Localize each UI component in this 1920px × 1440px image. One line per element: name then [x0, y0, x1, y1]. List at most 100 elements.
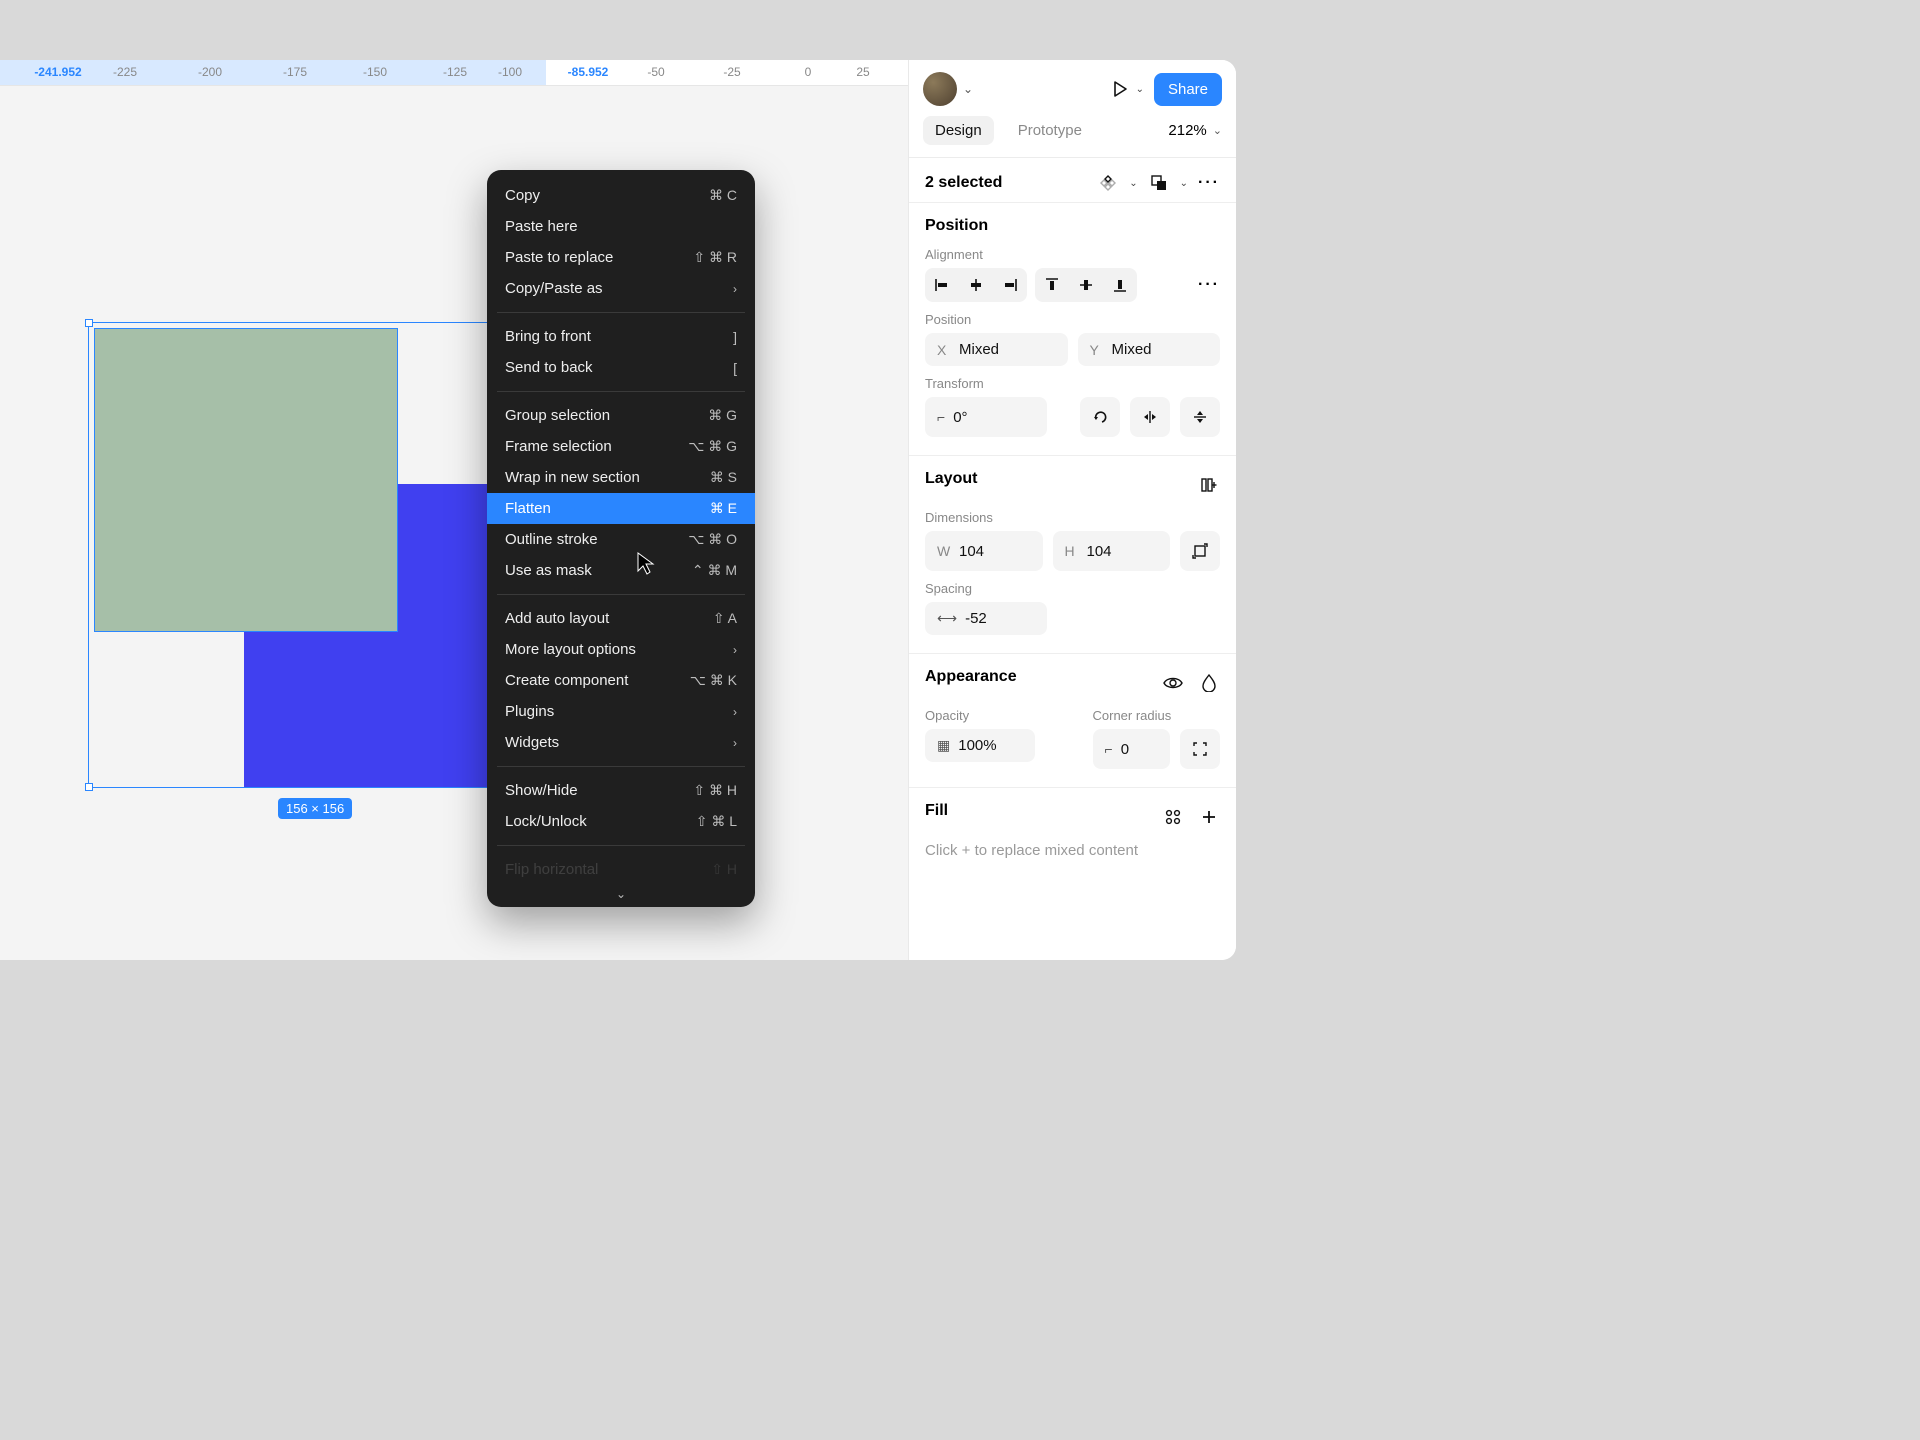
- rotation-field[interactable]: ⌐ 0°: [925, 397, 1047, 437]
- context-menu-item-label: Bring to front: [505, 328, 591, 345]
- canvas-area[interactable]: -241.952-225-200-175-150-125-100-85.952-…: [0, 60, 908, 960]
- context-menu-item[interactable]: Bring to front]: [487, 321, 755, 352]
- selection-count: 2 selected: [925, 174, 1087, 192]
- ruler-tick: 25: [856, 65, 869, 79]
- context-menu-item[interactable]: Paste here: [487, 211, 755, 242]
- tab-prototype[interactable]: Prototype: [1006, 116, 1094, 145]
- context-menu-shortcut: ⌘ E: [710, 500, 737, 517]
- more-actions-icon[interactable]: ···: [1198, 174, 1220, 192]
- blend-mode-icon[interactable]: [1198, 672, 1220, 694]
- context-menu-item[interactable]: Copy/Paste as›: [487, 273, 755, 304]
- align-vcenter-button[interactable]: [1069, 268, 1103, 302]
- align-h-group: [925, 268, 1027, 302]
- section-title-layout: Layout: [925, 470, 977, 488]
- context-menu-item-label: Plugins: [505, 703, 554, 720]
- chevron-right-icon: ›: [733, 643, 737, 657]
- context-menu[interactable]: Copy⌘ CPaste here Paste to replace ⇧ ⌘ R Co…: [487, 170, 755, 907]
- context-menu-item[interactable]: Flip horizontal⇧ H: [487, 854, 755, 885]
- present-chevron-icon[interactable]: ⌄: [1136, 84, 1144, 95]
- label-position: Position: [925, 312, 1220, 327]
- avatar-chevron-icon[interactable]: ⌄: [963, 82, 973, 96]
- styles-icon[interactable]: [1162, 806, 1184, 828]
- flip-vertical-button[interactable]: [1180, 397, 1220, 437]
- context-menu-item[interactable]: Plugins›: [487, 696, 755, 727]
- canvas[interactable]: 156 × 156: [0, 86, 908, 960]
- resize-handle-nw[interactable]: [85, 319, 93, 327]
- height-field[interactable]: H104: [1053, 531, 1171, 571]
- boolean-chevron-icon[interactable]: ⌄: [1180, 178, 1188, 189]
- context-menu-item[interactable]: Paste to replace ⇧ ⌘ R: [487, 242, 755, 273]
- context-menu-item-label: Copy/Paste as: [505, 280, 603, 297]
- visibility-icon[interactable]: [1162, 672, 1184, 694]
- context-menu-item[interactable]: Group selection⌘ G: [487, 400, 755, 431]
- share-button[interactable]: Share: [1154, 73, 1222, 106]
- independent-corners-button[interactable]: [1180, 729, 1220, 769]
- boolean-ops-icon[interactable]: [1148, 172, 1170, 194]
- position-y-field[interactable]: YMixed: [1078, 333, 1221, 366]
- ruler-tick: -225: [113, 65, 137, 79]
- selection-bounds[interactable]: [88, 322, 548, 788]
- context-menu-item[interactable]: Frame selection⌥ ⌘ G: [487, 431, 755, 462]
- rotate-90-button[interactable]: [1080, 397, 1120, 437]
- context-menu-separator: [497, 766, 745, 767]
- panel-topbar: ⌄ ⌄ Share: [909, 60, 1236, 116]
- context-menu-shortcut: ⇧ H: [711, 861, 737, 878]
- zoom-chevron-icon: ⌄: [1213, 124, 1222, 137]
- chevron-right-icon: ›: [733, 736, 737, 750]
- component-icon[interactable]: [1097, 172, 1119, 194]
- context-menu-item[interactable]: Lock/Unlock⇧ ⌘ L: [487, 806, 755, 837]
- position-x-field[interactable]: XMixed: [925, 333, 1068, 366]
- present-button[interactable]: ⌄: [1110, 79, 1144, 99]
- context-menu-scroll-down-icon[interactable]: ⌄: [487, 885, 755, 901]
- opacity-field[interactable]: ▦ 100%: [925, 729, 1035, 762]
- align-top-button[interactable]: [1035, 268, 1069, 302]
- context-menu-separator: [497, 391, 745, 392]
- spacing-field[interactable]: ⟷ -52: [925, 602, 1047, 635]
- context-menu-item[interactable]: Widgets›: [487, 727, 755, 758]
- context-menu-item[interactable]: Copy⌘ C: [487, 180, 755, 211]
- selection-size-badge: 156 × 156: [278, 798, 352, 819]
- align-more-icon[interactable]: ···: [1198, 276, 1220, 294]
- context-menu-item[interactable]: Add auto layout⇧ A: [487, 603, 755, 634]
- app-window: -241.952-225-200-175-150-125-100-85.952-…: [0, 60, 1236, 960]
- ruler-tick: -125: [443, 65, 467, 79]
- context-menu-item[interactable]: More layout options ›: [487, 634, 755, 665]
- section-appearance: Appearance Opacity ▦ 100%: [909, 654, 1236, 788]
- autolayout-add-icon[interactable]: [1198, 474, 1220, 496]
- context-menu-item[interactable]: Wrap in new section⌘ S: [487, 462, 755, 493]
- context-menu-item[interactable]: Create component⌥ ⌘ K: [487, 665, 755, 696]
- context-menu-item[interactable]: Use as mask⌃ ⌘ M: [487, 555, 755, 586]
- resize-handle-sw[interactable]: [85, 783, 93, 791]
- avatar[interactable]: [923, 72, 957, 106]
- label-dimensions: Dimensions: [925, 510, 1220, 525]
- context-menu-shortcut: ⇧ ⌘ R: [693, 249, 737, 266]
- width-field[interactable]: W104: [925, 531, 1043, 571]
- context-menu-shortcut: ]: [733, 329, 737, 345]
- context-menu-item[interactable]: Flatten⌘ E: [487, 493, 755, 524]
- context-menu-item-label: More layout options: [505, 641, 636, 658]
- context-menu-item-label: Create component: [505, 672, 628, 689]
- spacing-icon: ⟷: [937, 610, 957, 627]
- flip-horizontal-button[interactable]: [1130, 397, 1170, 437]
- align-hcenter-button[interactable]: [959, 268, 993, 302]
- context-menu-item[interactable]: Outline stroke⌥ ⌘ O: [487, 524, 755, 555]
- align-right-button[interactable]: [993, 268, 1027, 302]
- add-fill-icon[interactable]: [1198, 806, 1220, 828]
- ruler-tick: -175: [283, 65, 307, 79]
- corner-radius-field[interactable]: ⌐ 0: [1093, 729, 1171, 769]
- ruler-tick: -100: [498, 65, 522, 79]
- context-menu-item-label: Send to back: [505, 359, 593, 376]
- constrain-proportions-button[interactable]: [1180, 531, 1220, 571]
- tab-design[interactable]: Design: [923, 116, 994, 145]
- align-left-button[interactable]: [925, 268, 959, 302]
- context-menu-item-label: Paste to replace: [505, 249, 613, 266]
- context-menu-item[interactable]: Show/Hide⇧ ⌘ H: [487, 775, 755, 806]
- section-title-fill: Fill: [925, 802, 948, 820]
- context-menu-item-label: Group selection: [505, 407, 610, 424]
- zoom-control[interactable]: 212% ⌄: [1168, 122, 1222, 139]
- context-menu-item[interactable]: Send to back[: [487, 352, 755, 383]
- section-title-appearance: Appearance: [925, 668, 1017, 686]
- component-chevron-icon[interactable]: ⌄: [1129, 178, 1137, 189]
- align-bottom-button[interactable]: [1103, 268, 1137, 302]
- properties-panel: ⌄ ⌄ Share Design Prototype 212% ⌄ 2 sele…: [908, 60, 1236, 960]
